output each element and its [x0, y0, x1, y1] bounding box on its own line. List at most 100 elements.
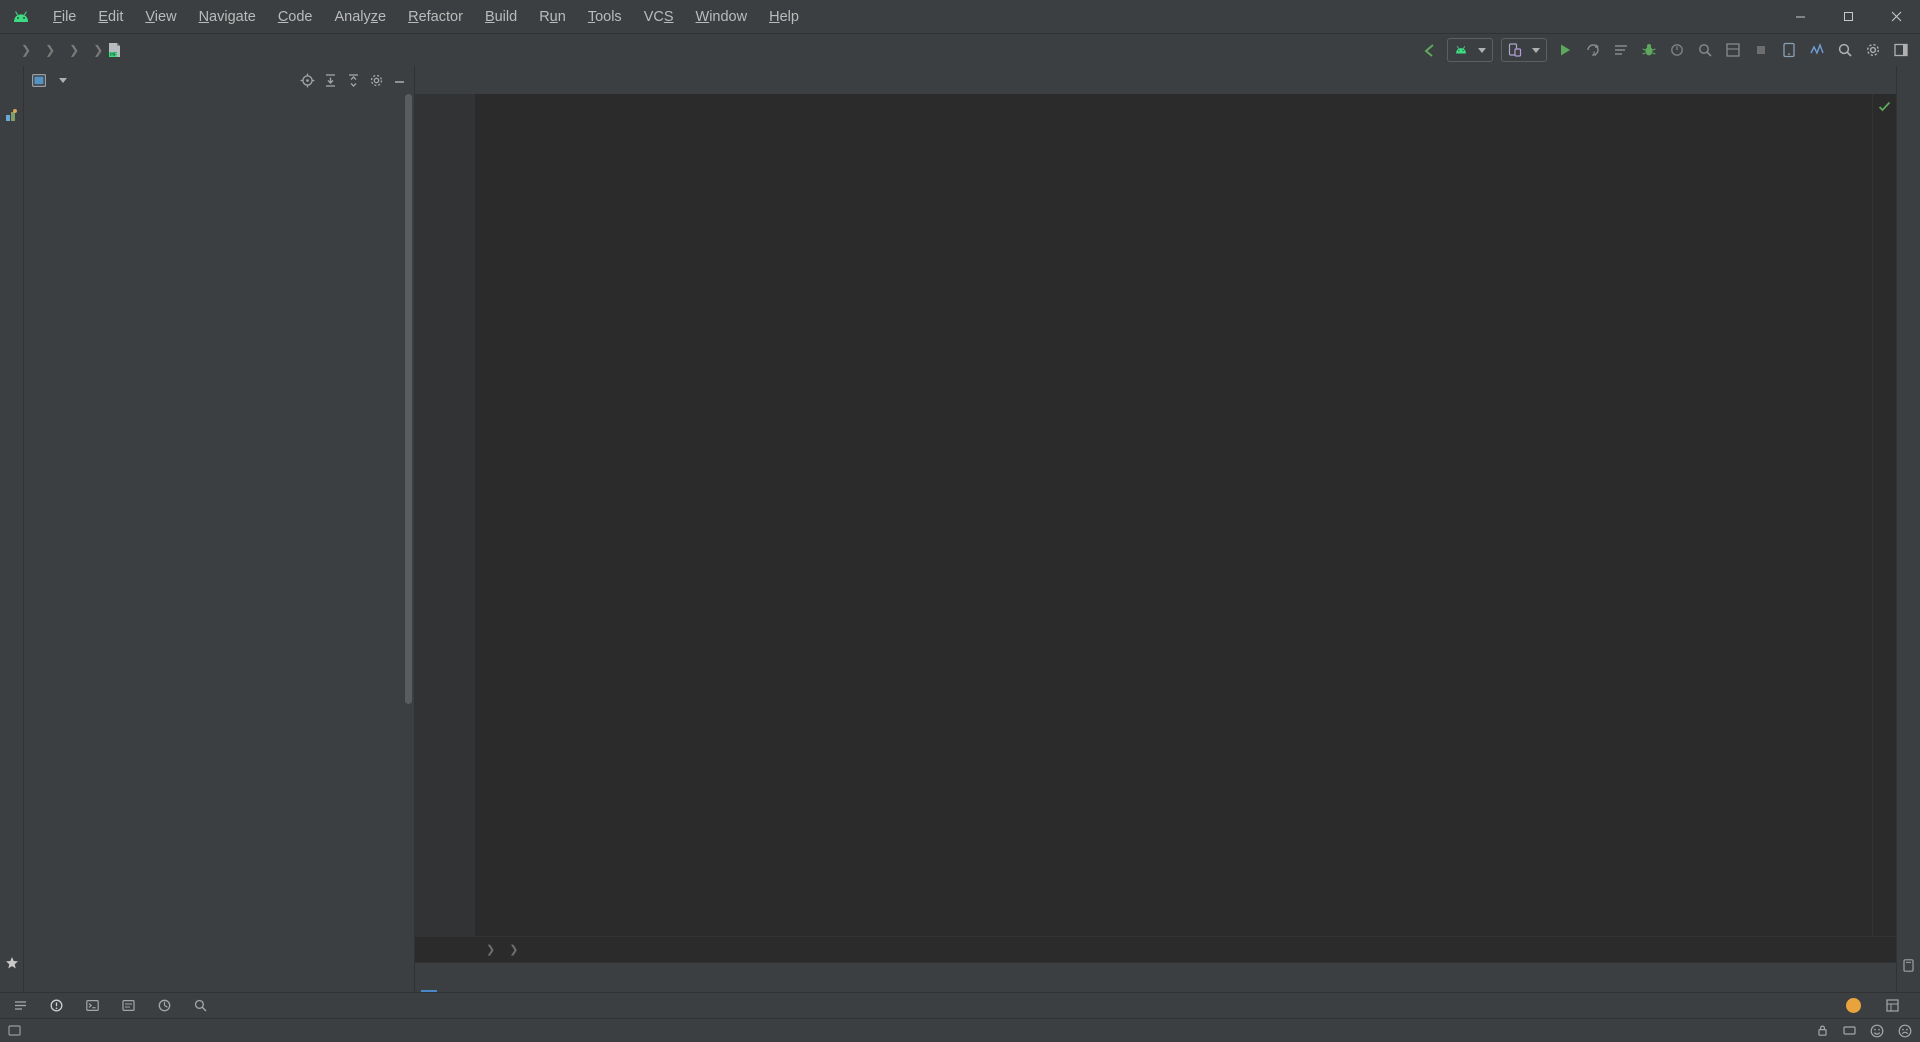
menu-item-analyze[interactable]: Analyze — [324, 6, 398, 28]
bottom-tab-event-log[interactable] — [1838, 996, 1874, 1015]
minimize-button[interactable] — [1776, 0, 1824, 34]
breadcrumb-sep-icon: ❯ — [509, 944, 519, 956]
chevron-down-icon[interactable] — [59, 77, 67, 83]
sdk-manager-icon[interactable] — [1804, 37, 1830, 63]
layout-inspector-toolbar-icon[interactable] — [1720, 37, 1746, 63]
inspection-ok-icon — [1878, 101, 1891, 112]
editor-area: ❯ ❯ — [414, 66, 1896, 992]
layout-inspector-icon — [1886, 999, 1899, 1012]
menu-item-build[interactable]: Build — [474, 6, 528, 28]
menu-item-refactor[interactable]: Refactor — [397, 6, 474, 28]
search-everywhere-icon[interactable] — [1692, 37, 1718, 63]
tree-scrollbar[interactable] — [405, 94, 412, 704]
editor-tab-bar — [415, 66, 1896, 94]
project-tool-window — [24, 66, 414, 992]
bottom-tab-problems[interactable] — [42, 997, 76, 1014]
menu-item-tools[interactable]: Tools — [577, 6, 633, 28]
feedback-sad-icon[interactable] — [1898, 1024, 1912, 1038]
select-opened-file-icon[interactable] — [296, 69, 318, 91]
app-inspection-icon — [194, 999, 207, 1012]
breadcrumb-sep-icon: ❯ — [21, 43, 32, 57]
device-selector[interactable] — [1501, 38, 1547, 62]
code-folding-bar[interactable] — [475, 94, 497, 936]
menu-item-window[interactable]: Window — [685, 6, 759, 28]
menu-item-view[interactable]: View — [134, 6, 187, 28]
status-bar-right — [1760, 1024, 1912, 1038]
tab-text[interactable] — [415, 963, 443, 992]
analysis-gutter[interactable] — [1872, 94, 1896, 936]
project-tree[interactable] — [24, 94, 414, 992]
lock-icon[interactable] — [1816, 1024, 1829, 1037]
bottom-tab-app-inspection[interactable] — [186, 997, 220, 1014]
bottom-tab-todo[interactable] — [6, 997, 40, 1014]
breadcrumb-item-app[interactable] — [34, 48, 42, 52]
terminal-icon — [86, 1000, 99, 1012]
menu-item-file[interactable]: File — [42, 6, 87, 28]
line-number-gutter[interactable] — [415, 94, 475, 936]
breadcrumb-sep-icon: ❯ — [93, 43, 104, 57]
chevron-down-icon — [1478, 47, 1486, 53]
project-settings-gear-icon[interactable] — [365, 69, 387, 91]
sidebar-toggle-icon[interactable] — [1888, 37, 1914, 63]
breadcrumb-item-src[interactable] — [58, 48, 66, 52]
menu-item-run[interactable]: Run — [528, 6, 577, 28]
breadcrumb-sep-icon: ❯ — [486, 944, 496, 956]
feedback-happy-icon[interactable] — [1870, 1024, 1884, 1038]
menu-item-vcs[interactable]: VCS — [633, 6, 685, 28]
bottom-tab-profiler[interactable] — [150, 997, 184, 1014]
breadcrumb: ❯ ❯ ❯ ❯ MF — [10, 43, 135, 57]
debug-icon[interactable] — [1636, 37, 1662, 63]
main-toolbar: A — [1416, 37, 1920, 63]
collapse-all-icon[interactable] — [342, 69, 364, 91]
bottom-tab-logcat[interactable] — [114, 997, 148, 1014]
title-bar: File Edit View Navigate Code Analyze Ref… — [0, 0, 1920, 34]
editor-sub-tabs — [415, 962, 1896, 992]
manifest-icon: MF — [106, 43, 123, 57]
star-icon — [5, 956, 19, 970]
main-body: ❯ ❯ — [0, 66, 1920, 992]
project-panel-header — [24, 66, 414, 94]
project-window-icon — [32, 73, 46, 87]
run-configuration-selector[interactable] — [1447, 38, 1493, 62]
left-tool-strip — [0, 66, 24, 992]
breadcrumb-item-main[interactable] — [82, 48, 90, 52]
menu-item-navigate[interactable]: Navigate — [188, 6, 267, 28]
profiler-icon — [158, 999, 171, 1012]
menu-item-help[interactable]: Help — [758, 6, 810, 28]
run-icon[interactable] — [1552, 37, 1578, 63]
tab-merged-manifest[interactable] — [443, 963, 471, 992]
code-content[interactable] — [497, 94, 1872, 936]
inspection-widget[interactable] — [1878, 100, 1894, 113]
settings-gear-icon[interactable] — [1860, 37, 1886, 63]
breadcrumb-item-file[interactable] — [127, 48, 135, 52]
expand-all-icon[interactable] — [319, 69, 341, 91]
back-arrow-icon[interactable] — [1416, 37, 1442, 63]
code-editor[interactable] — [415, 94, 1896, 936]
bottom-tool-bar — [0, 992, 1920, 1018]
avd-manager-icon[interactable] — [1776, 37, 1802, 63]
navigation-bar: ❯ ❯ ❯ ❯ MF A — [0, 34, 1920, 66]
stop-icon[interactable] — [1748, 37, 1774, 63]
event-log-badge — [1846, 998, 1861, 1013]
profile-icon[interactable] — [1664, 37, 1690, 63]
window-controls — [1776, 0, 1920, 33]
bottom-tab-terminal[interactable] — [78, 997, 112, 1014]
memory-indicator-icon[interactable] — [1843, 1024, 1856, 1037]
breadcrumb-item-project[interactable] — [10, 48, 18, 52]
menu-item-edit[interactable]: Edit — [87, 6, 134, 28]
apply-changes-icon[interactable]: A — [1580, 37, 1606, 63]
apply-code-changes-icon[interactable] — [1608, 37, 1634, 63]
close-button[interactable] — [1872, 0, 1920, 34]
device-file-explorer-icon — [1902, 959, 1915, 972]
android-studio-window: File Edit View Navigate Code Analyze Ref… — [0, 0, 1920, 1042]
menu-item-code[interactable]: Code — [267, 6, 324, 28]
logcat-icon — [122, 1000, 135, 1012]
bottom-tab-layout-inspector[interactable] — [1878, 997, 1912, 1014]
search-icon[interactable] — [1832, 37, 1858, 63]
menu-bar: File Edit View Navigate Code Analyze Ref… — [42, 6, 810, 28]
maximize-button[interactable] — [1824, 0, 1872, 34]
code-breadcrumb: ❯ ❯ — [415, 936, 1896, 962]
project-panel-tools — [296, 69, 410, 91]
hide-panel-icon[interactable] — [388, 69, 410, 91]
problems-icon — [50, 999, 63, 1012]
